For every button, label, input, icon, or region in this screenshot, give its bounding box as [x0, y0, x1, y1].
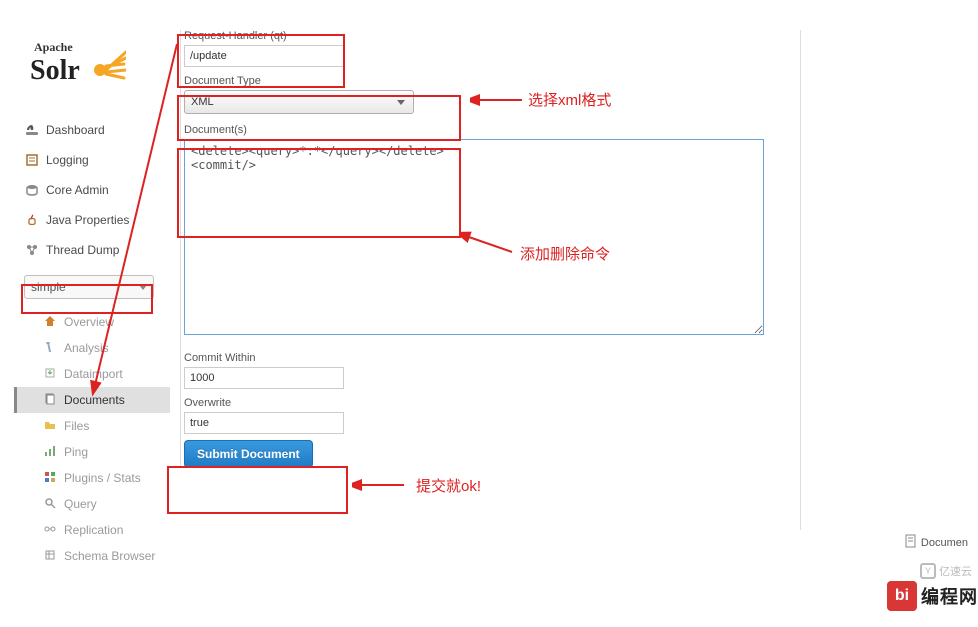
nav-core-admin[interactable]: Core Admin: [0, 175, 170, 205]
schema-icon: [44, 549, 58, 563]
nav-label: Logging: [46, 153, 89, 167]
query-icon: [44, 497, 58, 511]
subnav-label: Query: [64, 497, 97, 511]
footer-doc-label: Documen: [921, 537, 968, 549]
documents-icon: [44, 393, 58, 407]
subnav-ping[interactable]: Ping: [14, 439, 170, 465]
replication-icon: [44, 523, 58, 537]
plugins-icon: [44, 471, 58, 485]
subnav-label: Dataimport: [64, 367, 123, 381]
subnav-label: Schema Browser: [64, 549, 155, 563]
logging-icon: [24, 152, 40, 168]
watermark-bcw: bi 编程网: [887, 581, 978, 611]
subnav-dataimport[interactable]: Dataimport: [14, 361, 170, 387]
redbox-submit: [167, 466, 348, 514]
nav-dashboard[interactable]: Dashboard: [0, 115, 170, 145]
yzy-icon: Y: [920, 563, 936, 579]
watermark-yisuyun: Y 亿速云: [920, 563, 972, 579]
subnav-label: Documents: [64, 393, 125, 407]
files-icon: [44, 419, 58, 433]
dashboard-icon: [24, 122, 40, 138]
subnav-replication[interactable]: Replication: [14, 517, 170, 543]
coreadmin-icon: [24, 182, 40, 198]
nav-label: Dashboard: [46, 123, 105, 137]
subnav-label: Ping: [64, 445, 88, 459]
yzy-label: 亿速云: [939, 563, 972, 579]
footer-documentation-link[interactable]: Documen: [905, 534, 968, 551]
java-icon: [24, 212, 40, 228]
docs-label: Document(s): [184, 124, 800, 136]
logo: Apache Solr: [30, 40, 126, 87]
logo-apache: Apache: [34, 40, 80, 55]
commit-label: Commit Within: [184, 352, 800, 364]
qt-label: Request-Handler (qt): [184, 30, 800, 42]
subnav-files[interactable]: Files: [14, 413, 170, 439]
core-selector-value: simple: [31, 280, 66, 294]
analysis-icon: [44, 341, 58, 355]
core-subnav: Overview Analysis Dataimport Documents F…: [14, 309, 170, 569]
subnav-label: Files: [64, 419, 89, 433]
home-icon: [44, 315, 58, 329]
doctype-label: Document Type: [184, 75, 800, 87]
main-form: Request-Handler (qt) Document Type XML D…: [180, 30, 800, 468]
arrow-submit: [352, 475, 412, 495]
subnav-schema[interactable]: Schema Browser: [14, 543, 170, 569]
nav-label: Thread Dump: [46, 243, 119, 257]
subnav-plugins[interactable]: Plugins / Stats: [14, 465, 170, 491]
qt-input[interactable]: [184, 45, 344, 67]
nav-thread-dump[interactable]: Thread Dump: [0, 235, 170, 265]
overwrite-input[interactable]: [184, 412, 344, 434]
subnav-label: Analysis: [64, 341, 109, 355]
nav-java-properties[interactable]: Java Properties: [0, 205, 170, 235]
right-divider: [800, 30, 801, 530]
commit-input[interactable]: [184, 367, 344, 389]
subnav-label: Replication: [64, 523, 123, 537]
annotation-submit: 提交就ok!: [416, 475, 481, 496]
doc-icon: [905, 534, 917, 551]
overwrite-label: Overwrite: [184, 397, 800, 409]
solr-sun-icon: [86, 44, 126, 84]
logo-solr: Solr: [30, 55, 80, 87]
nav-label: Core Admin: [46, 183, 109, 197]
subnav-label: Overview: [64, 315, 114, 329]
sidebar: Dashboard Logging Core Admin Java Proper…: [0, 115, 170, 569]
doctype-value: XML: [191, 96, 214, 108]
dataimport-icon: [44, 367, 58, 381]
subnav-query[interactable]: Query: [14, 491, 170, 517]
bcw-square: bi: [887, 581, 917, 611]
bcw-text: 编程网: [921, 583, 978, 609]
submit-button[interactable]: Submit Document: [184, 440, 313, 468]
subnav-overview[interactable]: Overview: [14, 309, 170, 335]
nav-label: Java Properties: [46, 213, 129, 227]
docs-textarea[interactable]: [184, 139, 764, 335]
ping-icon: [44, 445, 58, 459]
core-selector[interactable]: simple: [24, 275, 154, 299]
subnav-documents[interactable]: Documents: [14, 387, 170, 413]
nav-logging[interactable]: Logging: [0, 145, 170, 175]
thread-icon: [24, 242, 40, 258]
subnav-analysis[interactable]: Analysis: [14, 335, 170, 361]
subnav-label: Plugins / Stats: [64, 471, 141, 485]
doctype-select[interactable]: XML: [184, 90, 414, 114]
